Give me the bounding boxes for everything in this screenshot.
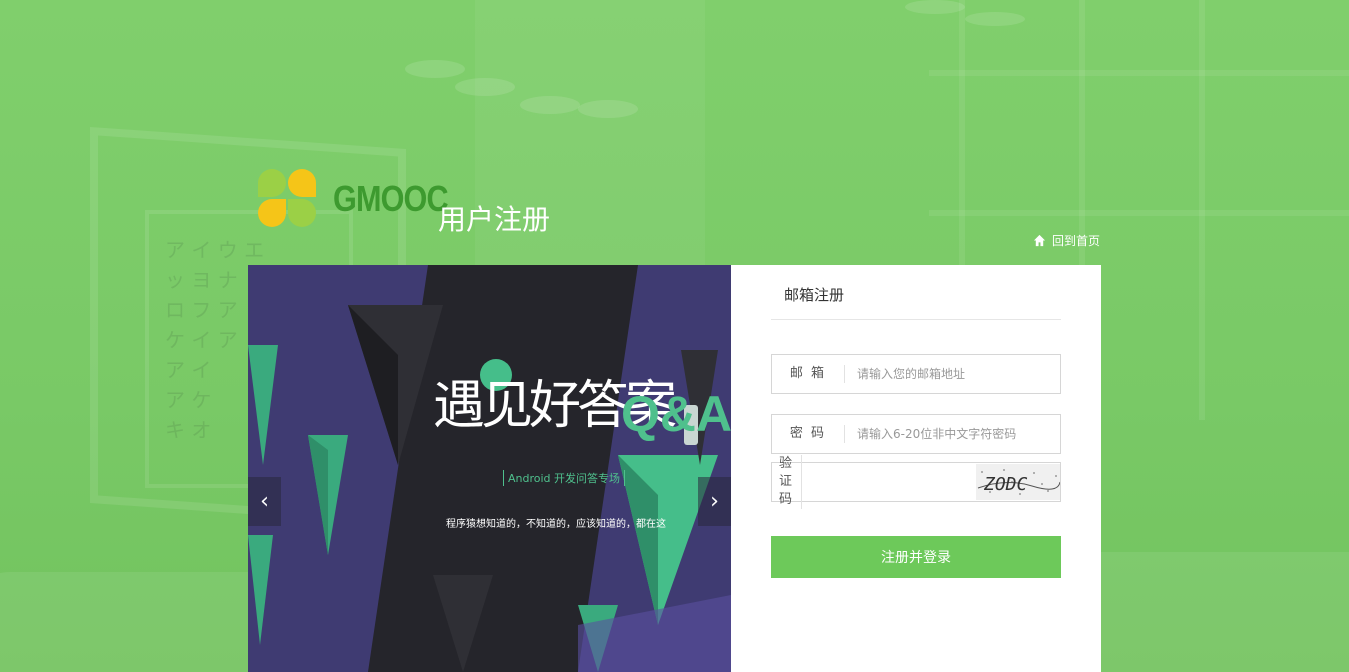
register-submit-button[interactable]: 注册并登录 (771, 536, 1061, 578)
logo-leaf (258, 169, 286, 197)
email-label: 邮 箱 (772, 365, 845, 383)
chevron-right-icon: › (710, 489, 719, 514)
captcha-field: 验证码 ZODC (771, 455, 1061, 509)
tab-email-register[interactable]: 邮箱注册 (784, 284, 844, 305)
password-field: 密 码 (771, 414, 1061, 454)
captcha-text: ZODC (983, 474, 1028, 495)
background-lamp (520, 96, 580, 114)
logo-leaf (258, 199, 286, 227)
brand-name[interactable]: GMOOC (333, 178, 449, 220)
register-panel: 邮箱注册 邮 箱 密 码 验证码 ZODC 注册并登录 (731, 265, 1101, 672)
email-field: 邮 箱 (771, 354, 1061, 394)
captcha-label: 验证码 (772, 455, 802, 509)
banner-carousel[interactable]: 遇见好答案 Q&A Android 开发问答专场 程序猿想知道的，不知道的，应该… (248, 265, 731, 672)
logo-icon[interactable] (258, 169, 318, 229)
banner-artwork (248, 265, 731, 672)
password-input[interactable] (845, 416, 1060, 452)
banner-qa: Q&A (621, 386, 731, 442)
logo-leaf (288, 199, 316, 227)
banner-subline: 程序猿想知道的，不知道的，应该知道的，都在这 (446, 519, 666, 530)
home-icon (1033, 234, 1046, 247)
carousel-prev-button[interactable]: ‹ (248, 477, 281, 526)
carousel-next-button[interactable]: › (698, 477, 731, 526)
home-link-label: 回到首页 (1052, 234, 1101, 248)
banner-tagline: Android 开发问答专场 (503, 470, 626, 486)
email-input[interactable] (845, 356, 1060, 392)
background-lamp (455, 78, 515, 96)
page-title: 用户注册 (438, 203, 551, 236)
divider (771, 319, 1061, 320)
background-lamp (578, 100, 638, 118)
chevron-left-icon: ‹ (260, 489, 269, 514)
logo-leaf (288, 169, 316, 197)
background-lamp (405, 60, 465, 78)
captcha-image[interactable]: ZODC (976, 464, 1060, 500)
password-label: 密 码 (772, 425, 845, 443)
home-link[interactable]: 回到首页 (1033, 232, 1100, 249)
